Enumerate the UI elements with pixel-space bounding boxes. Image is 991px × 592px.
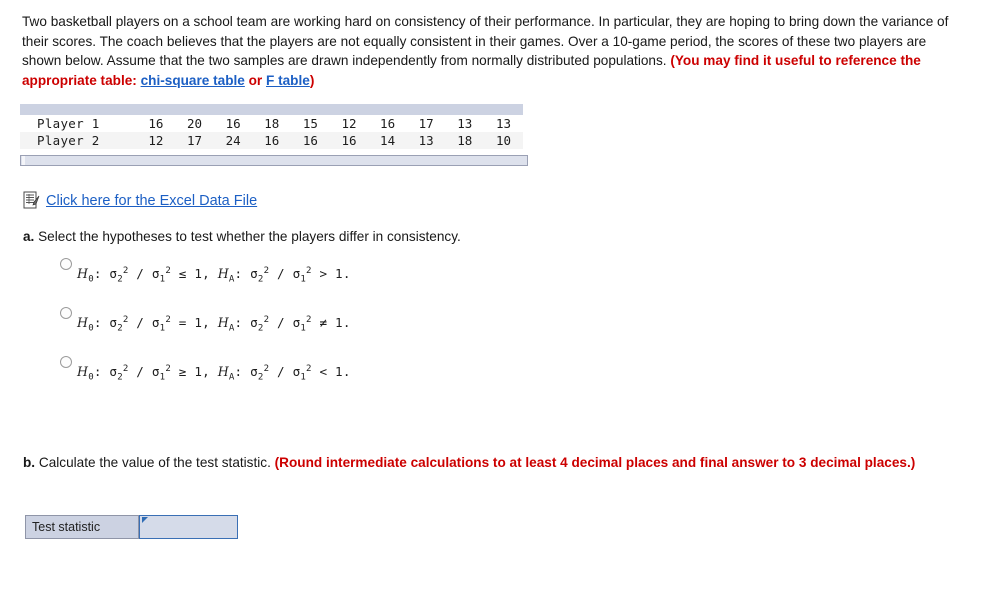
intro-note-close: ) <box>309 72 315 88</box>
scores-table: Player 1 16 20 16 18 15 12 16 17 13 13 P… <box>20 115 523 149</box>
cell: 15 <box>302 116 318 131</box>
data-table-header-band <box>20 104 523 115</box>
part-b-prompt: b. Calculate the value of the test stati… <box>23 454 923 473</box>
cell: 13 <box>457 116 473 131</box>
alt-sign-1: > <box>319 266 328 282</box>
alt-sign-3: < <box>319 364 328 380</box>
cell: 13 <box>418 133 434 148</box>
radio-button-option-1[interactable] <box>60 258 72 270</box>
cell: 17 <box>187 133 203 148</box>
cell: 14 <box>380 133 396 148</box>
cell: 16 <box>380 116 396 131</box>
cell: 24 <box>225 133 241 148</box>
question-intro-text: Two basketball players on a school team … <box>22 12 954 90</box>
part-a-prompt: a. Select the hypotheses to test whether… <box>23 229 461 244</box>
hypothesis-option-2[interactable]: H0: σ22 / σ12 = 1, HA: σ22 / σ12 ≠ 1. <box>60 307 660 356</box>
excel-data-file-row[interactable]: Click here for the Excel Data File <box>23 191 257 210</box>
intro-note-or: or <box>244 72 266 88</box>
part-a-text: Select the hypotheses to test whether th… <box>34 229 461 244</box>
radio-button-option-2[interactable] <box>60 307 72 319</box>
null-sign-2: = <box>178 315 187 331</box>
cell: 18 <box>264 116 280 131</box>
test-statistic-label: Test statistic <box>25 515 139 539</box>
part-b-text: Calculate the value of the test statisti… <box>35 455 275 470</box>
table-row: Player 1 16 20 16 18 15 12 16 17 13 13 <box>20 115 523 132</box>
hypothesis-option-3-label: H0: σ22 / σ12 ≥ 1, HA: σ22 / σ12 < 1. <box>77 364 351 383</box>
data-table-horizontal-scrollbar[interactable] <box>20 155 528 166</box>
test-statistic-input-cell[interactable] <box>139 515 238 539</box>
test-statistic-answer-box: Test statistic <box>25 515 238 539</box>
cell: 16 <box>148 116 164 131</box>
cell: 20 <box>187 116 203 131</box>
cell: 16 <box>225 116 241 131</box>
hypothesis-option-3[interactable]: H0: σ22 / σ12 ≥ 1, HA: σ22 / σ12 < 1. <box>60 356 660 405</box>
cell: 16 <box>302 133 318 148</box>
cell: 12 <box>341 116 357 131</box>
hypothesis-options-group: H0: σ22 / σ12 ≤ 1, HA: σ22 / σ12 > 1. H0… <box>60 258 660 405</box>
f-table-link[interactable]: F table <box>266 73 310 88</box>
scrollbar-track-start <box>22 156 25 165</box>
hypothesis-option-1-label: H0: σ22 / σ12 ≤ 1, HA: σ22 / σ12 > 1. <box>77 266 351 285</box>
test-statistic-input[interactable] <box>140 516 237 538</box>
cell: 10 <box>495 133 511 148</box>
part-b-note: (Round intermediate calculations to at l… <box>274 455 916 470</box>
null-sign-3: ≥ <box>178 364 187 380</box>
cell: 16 <box>341 133 357 148</box>
excel-data-file-link[interactable]: Click here for the Excel Data File <box>46 193 257 209</box>
hypothesis-option-1[interactable]: H0: σ22 / σ12 ≤ 1, HA: σ22 / σ12 > 1. <box>60 258 660 307</box>
spreadsheet-document-icon <box>23 191 40 209</box>
cell: 12 <box>148 133 164 148</box>
row-label: Player 2 <box>37 133 100 148</box>
part-a-letter: a. <box>23 229 35 244</box>
radio-button-option-3[interactable] <box>60 356 72 368</box>
cell: 17 <box>418 116 434 131</box>
question-page: Two basketball players on a school team … <box>0 0 991 592</box>
cell: 16 <box>264 133 280 148</box>
table-row: Player 2 12 17 24 16 16 16 14 13 18 10 <box>20 132 523 149</box>
cell: 13 <box>495 116 511 131</box>
chi-square-table-link[interactable]: chi-square table <box>141 73 245 88</box>
alt-sign-2: ≠ <box>319 315 328 331</box>
null-sign-1: ≤ <box>178 266 187 282</box>
part-b-letter: b. <box>23 455 36 470</box>
hypothesis-option-2-label: H0: σ22 / σ12 = 1, HA: σ22 / σ12 ≠ 1. <box>77 315 351 334</box>
row-label: Player 1 <box>37 116 100 131</box>
cell: 18 <box>457 133 473 148</box>
data-table-container: Player 1 16 20 16 18 15 12 16 17 13 13 P… <box>20 104 528 166</box>
